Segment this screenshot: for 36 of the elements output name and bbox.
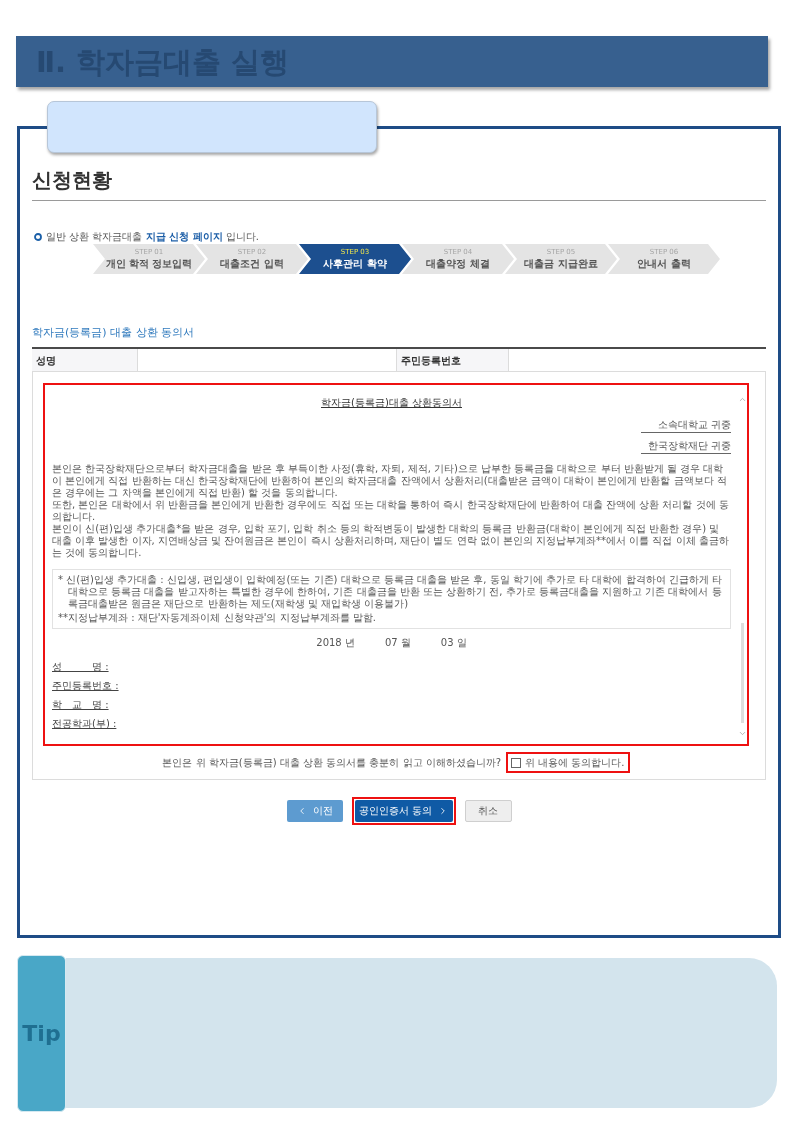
footnote: * 신(편)입생 추가대출 : 신입생, 편입생이 입학예정(또는 기존) 대학으로 등록금 대출을 받은 후, 동일 학기에 추가로 타 대학에 합격하여 긴급하게 타 대학으로 등록금 대출을 받고자하는 특별한 경우에 한하여, 기존 대출금을 반환 또는 상환하기 전, 추가로 등록금대출을 지원하고 기존 대학에서 등록금대출받은 원금은 재단으로 반환하는 제도(재학생 및 재입학생 이용불가) [58,574,723,610]
table-header-cell: 성명 [32,349,138,371]
cancel-button[interactable]: 취소 [464,799,512,822]
recipient-line: 한국장학재단 귀중 [641,440,731,454]
scrollbar-thumb[interactable] [740,623,744,723]
scroll-down-icon[interactable] [737,729,747,738]
footnote: **지정납부계좌 : 재단'자동계좌이체 신청약관'의 지정납부계좌를 말함. [58,612,377,624]
tip-label: Tip [17,955,66,1112]
section-title: 학자금(등록금) 대출 상환 동의서 [32,326,196,340]
table-header-cell: 주민등록번호 [395,349,509,371]
body-paragraph: 본인이 신(편)입생 추가대출*을 받은 경우, 입학 포기, 입학 취소 등의 학적변동이 발생한 대학의 등록금 반환금(대학이 본인에게 직접 반환한 경우) 및 대출 이후 발생한 이자, 지연배상금 및 잔여원금은 본인이 즉시 상환처리하며, 재단이 별도 연락 없이 본인의 지정납부계좌**에서 이를 직접 이체 출금하는 것에 동의합니다. [52,523,730,559]
step-label: 대출약정 체결 [426,257,490,270]
signature-label: 학 교 명 : [52,699,109,711]
scroll-up-icon[interactable] [737,395,747,404]
checkbox-label[interactable]: 위 내용에 동의합니다. [525,755,625,770]
date-text: 07 월 [384,637,411,649]
agree-checkbox[interactable] [511,757,521,768]
step-label: 안내서 출력 [637,257,691,270]
body-paragraph: 본인은 한국장학재단으로부터 학자금대출을 받은 후 부득이한 사정(휴학, 자퇴, 제적, 기타)으로 납부한 등록금을 대학으로 부터 반환받게 될 경우 대학이 본인에게 직접 반환하는 대신 한국장학재단에 반환하여 본인의 학자금대출 잔액에서 상환처리(대출받은 금액이 대학이 본인에게 반환할 금액보다 적은 경우에는 그 차액을 본인에게 직접 반환) 할 것을 동의합니다. [52,463,728,499]
body-paragraph: 또한, 본인은 대학에서 위 반환금을 본인에게 반환한 경우에도 직접 또는 대학을 통하여 즉시 한국장학재단에 반환하여 대출 잔액에 상환 처리할 것에 동의합니다. [52,499,730,523]
signature-label: 주민등록번호 : [52,680,119,692]
signature-label: 전공학과(부) : [52,718,117,730]
certificate-agree-button[interactable]: 공인인증서 동의 [354,799,453,822]
page-heading: 신청현황 [32,168,113,192]
date-text: 2018 년 [316,637,355,649]
signature-label: 성 명 : [52,661,109,673]
ring-bullet-icon [34,233,42,241]
consent-question: 본인은 위 학자금(등록금) 대출 상환 동의서를 충분히 읽고 이해하셨습니까? [162,756,501,770]
step-label: 사후관리 확약 [323,257,387,270]
step-label: 대출조건 입력 [220,257,284,270]
document-title: 학자금(등록금)대출 상환동의서 [321,397,462,409]
step-label: 개인 학적 정보입력 [105,257,193,270]
recipient-line: 소속대학교 귀중 [641,419,731,433]
date-text: 03 일 [440,637,467,649]
step-label: 대출금 지급완료 [524,257,598,270]
notice-text: 일반 상환 학자금대출 지급 신청 페이지 입니다. [46,230,259,244]
